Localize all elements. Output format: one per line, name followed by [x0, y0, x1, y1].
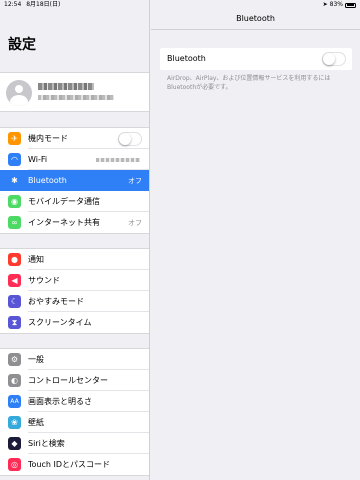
wifi-icon: ◠	[8, 153, 21, 166]
notifications-icon: ●	[8, 253, 21, 266]
profile-subtitle-redacted	[38, 95, 114, 100]
sidebar-item-label: インターネット共有	[28, 218, 100, 227]
sidebar-item-label: おやすみモード	[28, 297, 84, 306]
bluetooth-footer-note: AirDrop、AirPlay、および位置情報サービスを利用するにはBlueto…	[167, 75, 331, 91]
fingerprint-icon: ◎	[8, 458, 21, 471]
bluetooth-icon: ✱	[8, 174, 21, 187]
sidebar-item-label: Bluetooth	[28, 176, 67, 185]
wallpaper-icon: ❀	[8, 416, 21, 429]
sidebar-item-label: 通知	[28, 255, 44, 264]
sidebar-item-label: 壁紙	[28, 418, 44, 427]
nav-divider	[151, 29, 360, 30]
status-time-date: 12:54 8月18日(日)	[4, 0, 60, 10]
sidebar-item-label: スクリーンタイム	[28, 318, 92, 327]
switch-knob	[119, 133, 131, 145]
moon-icon: ☾	[8, 295, 21, 308]
detail-nav-title: Bluetooth	[236, 14, 275, 23]
sidebar-item-wifi[interactable]: ◠ Wi-Fi	[0, 149, 149, 170]
airplane-icon: ✈	[8, 132, 21, 145]
battery-percent: 83%	[329, 1, 343, 8]
sidebar-item-label: モバイルデータ通信	[28, 197, 100, 206]
sidebar-item-label: コントロールセンター	[28, 376, 108, 385]
sidebar-item-label: Touch IDとパスコード	[28, 460, 111, 469]
gear-icon: ⚙	[8, 353, 21, 366]
bluetooth-toggle-label: Bluetooth	[167, 54, 206, 63]
bluetooth-switch[interactable]	[322, 52, 346, 66]
sidebar-item-value: オフ	[128, 176, 142, 185]
sidebar-item-label: サウンド	[28, 276, 60, 285]
sidebar-item-hourglass[interactable]: ⧗ スクリーンタイム	[0, 312, 149, 333]
sidebar-item-link[interactable]: ∞ インターネット共有 オフ	[0, 212, 149, 233]
sidebar-item-siri[interactable]: ◆ Siriと検索	[0, 433, 149, 454]
search-area	[0, 66, 149, 70]
sidebar-item-wallpaper[interactable]: ❀ 壁紙	[0, 412, 149, 433]
status-right: ➤ 83%	[323, 0, 356, 10]
sidebar-item-notifications[interactable]: ● 通知	[0, 249, 149, 270]
sidebar-item-control-center[interactable]: ◐ コントロールセンター	[0, 370, 149, 391]
sidebar-item-fingerprint[interactable]: ◎ Touch IDとパスコード	[0, 454, 149, 475]
battery-icon	[345, 2, 356, 8]
hourglass-icon: ⧗	[8, 316, 21, 329]
battery-fill	[346, 4, 354, 6]
antenna-icon: ◉	[8, 195, 21, 208]
speaker-icon: ◀	[8, 274, 21, 287]
sidebar-item-text-size[interactable]: AA 画面表示と明るさ	[0, 391, 149, 412]
switch-knob	[323, 53, 335, 65]
connectivity-group: ✈ 機内モード ◠ Wi-Fi ✱ Bluetooth オフ ◉ モバイルデータ通信 ∞ インターネ…	[0, 127, 149, 234]
sidebar-item-label: Siriと検索	[28, 439, 65, 448]
sidebar-item-label: Wi-Fi	[28, 155, 48, 164]
text-size-icon: AA	[8, 395, 21, 408]
sidebar-item-label: 機内モード	[28, 134, 68, 143]
sidebar-item-value: オフ	[128, 218, 142, 227]
page-title: 設定	[8, 37, 36, 53]
control-center-icon: ◐	[8, 374, 21, 387]
settings-sidebar: 設定 ✈ 機内モード ◠ Wi-Fi ✱ Bluetooth オフ ◉ モバイルデータ通信 ∞ イン…	[0, 0, 150, 480]
link-icon: ∞	[8, 216, 21, 229]
apple-id-profile[interactable]	[0, 72, 149, 112]
status-date: 8月18日(日)	[26, 1, 61, 8]
location-icon: ➤	[322, 1, 328, 8]
siri-icon: ◆	[8, 437, 21, 450]
sidebar-item-antenna[interactable]: ◉ モバイルデータ通信	[0, 191, 149, 212]
wifi-network-redacted	[96, 157, 140, 162]
airplane-mode-switch[interactable]	[118, 132, 142, 146]
status-time: 12:54	[4, 1, 22, 8]
bluetooth-detail-pane: Bluetooth Bluetooth AirDrop、AirPlay、および位…	[151, 0, 360, 480]
sidebar-item-label: 一般	[28, 355, 44, 364]
sidebar-item-label: 画面表示と明るさ	[28, 397, 92, 406]
sidebar-item-bluetooth[interactable]: ✱ Bluetooth オフ	[0, 170, 149, 191]
notifications-group: ● 通知 ◀ サウンド ☾ おやすみモード ⧗ スクリーンタイム	[0, 248, 149, 334]
sidebar-item-gear[interactable]: ⚙ 一般	[0, 349, 149, 370]
bluetooth-toggle-row: Bluetooth	[160, 48, 352, 70]
sidebar-item-speaker[interactable]: ◀ サウンド	[0, 270, 149, 291]
sidebar-item-moon[interactable]: ☾ おやすみモード	[0, 291, 149, 312]
sidebar-item-airplane[interactable]: ✈ 機内モード	[0, 128, 149, 149]
profile-name-redacted	[38, 83, 94, 90]
avatar	[6, 80, 32, 106]
status-bar: 12:54 8月18日(日) ➤ 83%	[0, 0, 360, 10]
general-group: ⚙ 一般 ◐ コントロールセンター AA 画面表示と明るさ ❀ 壁紙 ◆ Siriと検索 ◎ Touc…	[0, 348, 149, 476]
